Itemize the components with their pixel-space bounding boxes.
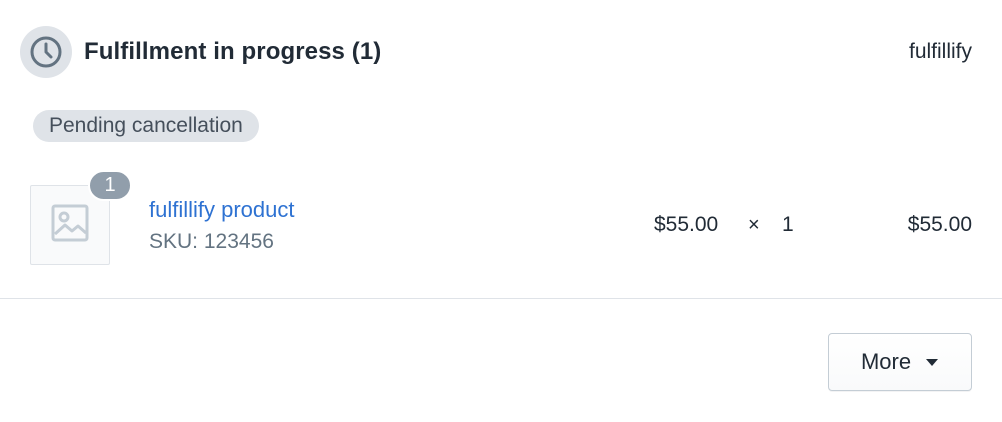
status-badge: Pending cancellation <box>33 110 259 142</box>
more-actions-button[interactable]: More <box>828 333 972 391</box>
product-link[interactable]: fulfillify product <box>149 197 295 223</box>
clock-icon <box>20 26 72 78</box>
fulfillment-card: Fulfillment in progress (1) fulfillify P… <box>0 0 1002 422</box>
caret-down-icon <box>925 358 939 367</box>
sku-value: 123456 <box>203 230 274 253</box>
line-item: 1 fulfillify product SKU: 123456 $55.00 … <box>30 170 972 266</box>
section-divider <box>0 298 1002 299</box>
more-button-label: More <box>860 349 912 374</box>
line-total: $55.00 <box>907 213 972 236</box>
unit-price: $55.00 <box>654 213 719 236</box>
product-sku: SKU: 123456 <box>149 230 274 254</box>
fulfillment-location: fulfillify <box>908 40 972 63</box>
image-placeholder-icon <box>50 203 90 248</box>
sku-label: SKU: <box>149 230 199 253</box>
item-quantity: 1 <box>782 213 794 236</box>
quantity-badge: 1 <box>88 170 132 201</box>
multiply-sign: × <box>748 214 760 236</box>
fulfillment-header: Fulfillment in progress (1) fulfillify <box>20 26 972 78</box>
fulfillment-title: Fulfillment in progress (1) <box>84 38 382 65</box>
